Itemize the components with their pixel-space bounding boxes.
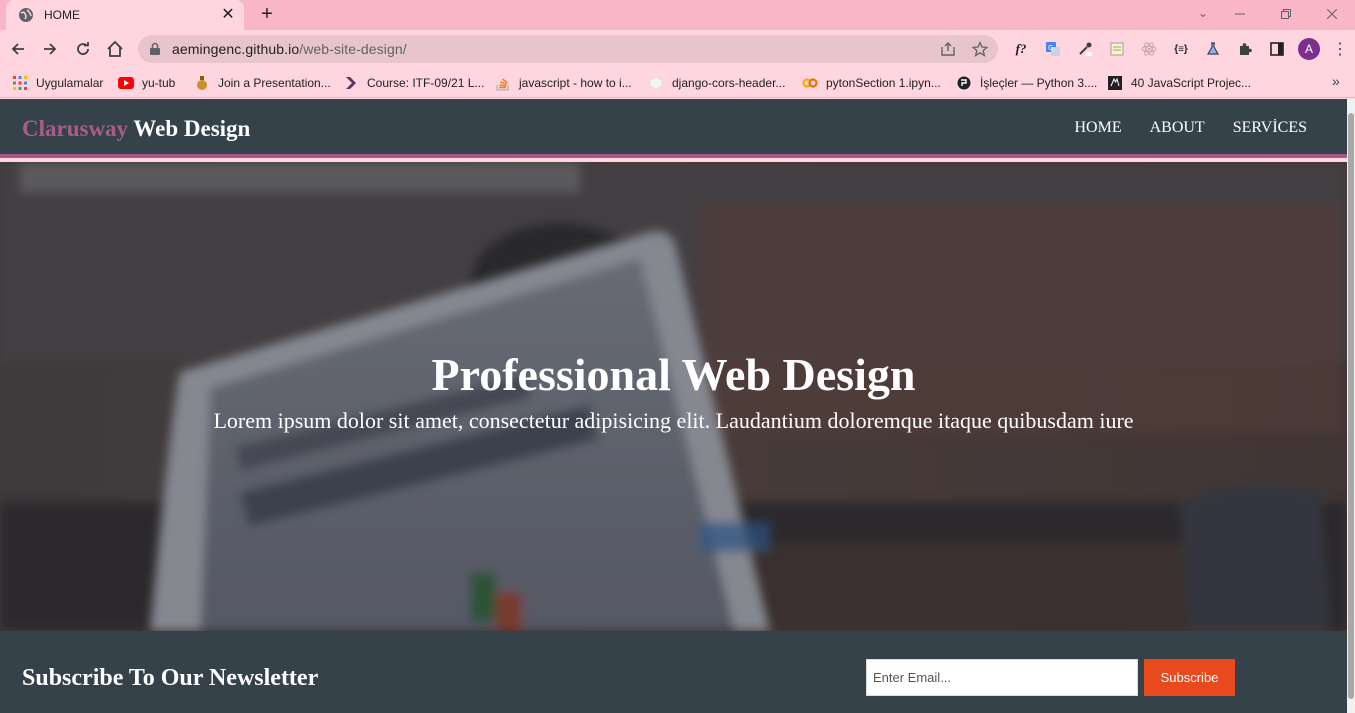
bookmark-label: pytonSection 1.ipyn... [826,76,941,90]
bookmark-label: İşleçler — Python 3.... [980,76,1098,90]
newsletter-title: Subscribe To Our Newsletter [22,665,319,691]
bookmark-course[interactable]: Course: ITF-09/21 L... [343,73,484,93]
close-icon[interactable]: ✕ [220,7,236,23]
react-devtools-icon[interactable] [1138,38,1160,60]
translate-icon[interactable]: G [1042,38,1064,60]
bookmark-js-projects[interactable]: 40 JavaScript Projec... [1107,73,1251,93]
side-panel-icon[interactable] [1266,38,1288,60]
youtube-icon [118,75,134,91]
json-viewer-icon[interactable]: {≡} [1170,38,1192,60]
puzzle-icon[interactable] [1234,38,1256,60]
flask-icon[interactable] [1202,38,1224,60]
nav-services[interactable]: SERVİCES [1233,119,1307,137]
font-finder-icon[interactable]: f? [1010,38,1032,60]
active-tab[interactable]: HOME ✕ [6,0,244,30]
url-text: aemingenc.github.io/web-site-design/ [172,41,407,57]
home-icon[interactable] [103,37,127,61]
package-icon [648,75,664,91]
stackoverflow-icon [495,75,511,91]
bookmark-colab[interactable]: pytonSection 1.ipyn... [802,73,941,93]
nav-about[interactable]: ABOUT [1150,119,1205,137]
subscribe-button[interactable]: Subscribe [1144,659,1235,696]
scrollbar-thumb[interactable] [1348,113,1354,699]
newsletter-section: Subscribe To Our Newsletter Subscribe [0,631,1347,713]
chevron-down-icon[interactable]: ⌄ [1192,3,1214,23]
presentation-icon [194,75,210,91]
back-icon[interactable] [6,37,30,61]
codepen-icon [1107,75,1123,91]
window-controls [1217,0,1355,30]
eyedropper-icon[interactable] [1074,38,1096,60]
bookmark-django[interactable]: django-cors-header... [648,73,785,93]
hero-section: Professional Web Design Lorem ipsum dolo… [0,162,1347,631]
new-tab-button[interactable]: + [256,3,278,25]
bookmark-presentation[interactable]: Join a Presentation... [194,73,331,93]
share-icon[interactable] [938,39,958,59]
bookmark-yutub[interactable]: yu-tub [118,73,175,93]
bookmark-apps[interactable]: Uygulamalar [12,73,103,93]
bookmark-label: Course: ITF-09/21 L... [367,76,485,90]
globe-icon [18,7,34,23]
bookmark-javascript[interactable]: javascript - how to i... [495,73,632,93]
page-viewport: Clarusway Web Design HOME ABOUT SERVİCES [0,99,1355,713]
bookmark-label: javascript - how to i... [519,76,632,90]
bookmark-label: Uygulamalar [36,76,104,90]
site-header: Clarusway Web Design HOME ABOUT SERVİCES [0,99,1347,158]
colab-icon [802,75,818,91]
more-menu-icon[interactable]: ⋮ [1330,38,1350,60]
site-logo[interactable]: Clarusway Web Design [22,116,250,142]
star-icon[interactable] [970,39,990,59]
hero-title: Professional Web Design [431,349,916,400]
nav-home[interactable]: HOME [1074,119,1121,137]
apps-grid-icon [12,75,28,91]
tab-strip: HOME ✕ + ⌄ [0,0,1355,30]
notes-icon[interactable] [1106,38,1128,60]
brand-highlight: Clarusway [22,116,129,141]
address-bar[interactable]: aemingenc.github.io/web-site-design/ [138,35,998,63]
restore-button[interactable] [1263,0,1309,28]
bookmark-label: yu-tub [142,76,176,90]
bookmarks-bar: Uygulamalar yu-tub Join a Presentation..… [0,68,1355,98]
bookmark-label: Join a Presentation... [218,76,331,90]
close-window-button[interactable] [1309,0,1355,28]
bookmark-python[interactable]: İşleçler — Python 3.... [956,73,1097,93]
tab-title: HOME [44,8,80,22]
email-field[interactable] [866,659,1138,696]
course-icon [343,75,359,91]
bookmark-label: django-cors-header... [672,76,786,90]
url-host: aemingenc.github.io [172,41,300,57]
forward-icon[interactable] [38,37,62,61]
bookmarks-overflow-icon[interactable]: » [1332,73,1340,89]
svg-text:G: G [1048,44,1053,52]
main-nav: HOME ABOUT SERVİCES [1074,119,1307,137]
page-scrollbar[interactable] [1347,99,1355,713]
url-path: /web-site-design/ [299,41,407,57]
browser-toolbar: aemingenc.github.io/web-site-design/ f? … [0,30,1355,68]
python-icon [956,75,972,91]
avatar[interactable]: A [1298,38,1320,60]
minimize-button[interactable] [1217,0,1263,28]
hero-subtitle: Lorem ipsum dolor sit amet, consectetur … [213,408,1134,433]
brand-rest: Web Design [128,116,251,141]
reload-icon[interactable] [71,37,95,61]
lock-icon[interactable] [148,42,162,56]
bookmark-label: 40 JavaScript Projec... [1131,76,1252,90]
